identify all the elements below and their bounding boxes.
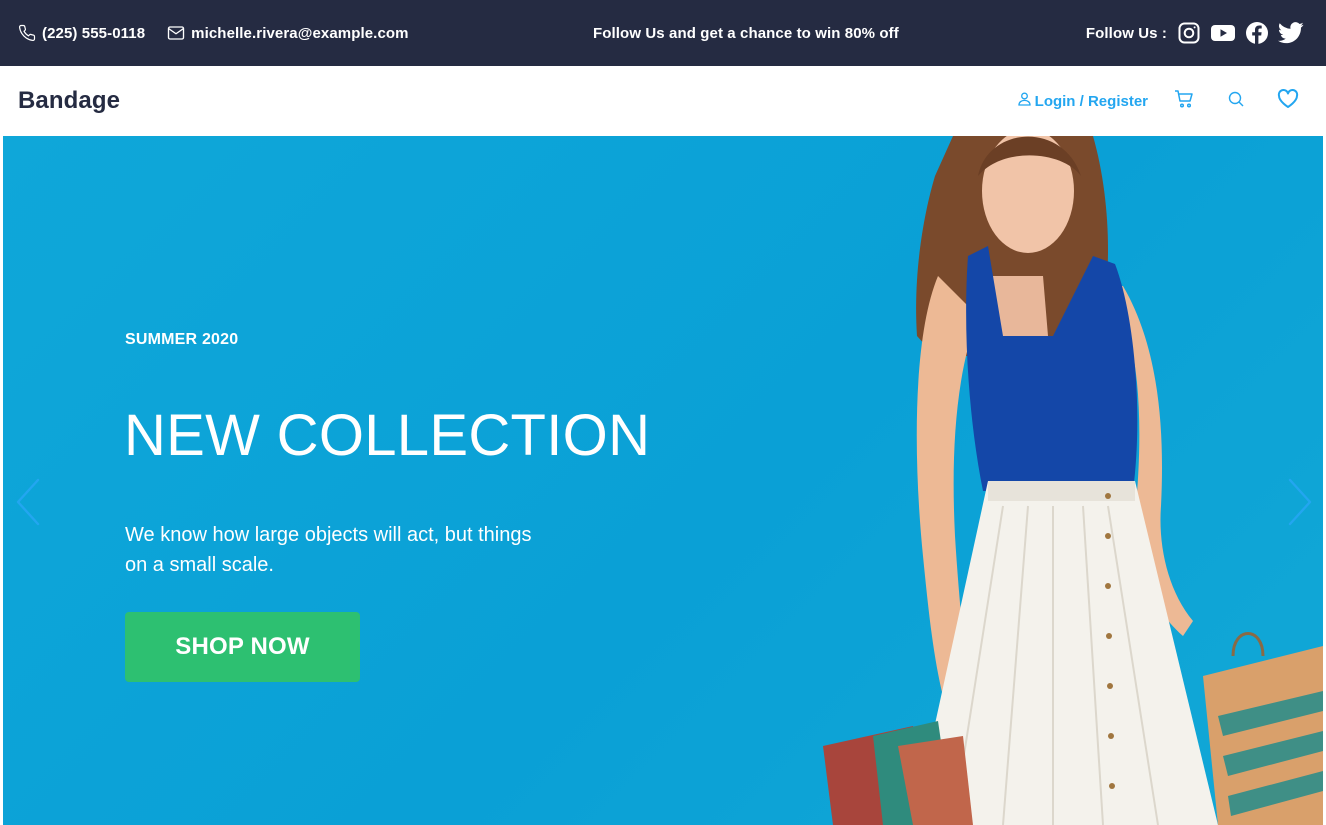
hero-headline: NEW COLLECTION [124,403,651,468]
phone-contact[interactable]: (225) 555-0118 [18,24,145,42]
follow-label: Follow Us : [1085,24,1167,42]
promo-text: Follow Us and get a chance to win 80% of… [593,24,899,42]
cart-button[interactable] [1166,83,1202,119]
main-navbar: Bandage Login / Register [0,66,1326,136]
chevron-left-icon[interactable] [15,478,41,531]
shop-now-button[interactable]: SHOP NOW [125,612,360,682]
nav-actions: Login / Register [1018,66,1306,136]
wishlist-button[interactable] [1270,83,1306,119]
facebook-icon[interactable] [1245,21,1269,45]
hero-model-image [823,136,1323,825]
contact-info: (225) 555-0118 michelle.rivera@example.c… [18,24,409,42]
search-button[interactable] [1218,83,1254,119]
cart-icon [1174,89,1194,114]
social-follow: Follow Us : [1086,0,1304,66]
user-icon [1018,92,1031,110]
login-register-label: Login / Register [1034,92,1148,110]
heart-icon [1277,88,1299,114]
login-register-link[interactable]: Login / Register [1018,92,1148,110]
youtube-icon[interactable] [1210,23,1236,43]
instagram-icon[interactable] [1177,21,1201,45]
twitter-icon[interactable] [1278,22,1304,44]
social-icons [1177,21,1304,45]
mail-icon [167,25,185,41]
email-address: michelle.rivera@example.com [191,24,409,42]
hero-description: We know how large objects will act, but … [125,524,532,576]
brand-logo[interactable]: Bandage [18,87,120,115]
hero-banner: SUMMER 2020 NEW COLLECTION We know how l… [3,136,1323,825]
phone-number: (225) 555-0118 [42,24,146,42]
email-contact[interactable]: michelle.rivera@example.com [167,24,409,42]
top-bar: (225) 555-0118 michelle.rivera@example.c… [0,0,1326,66]
phone-icon [18,24,36,42]
search-icon [1227,90,1245,113]
hero-subtitle: SUMMER 2020 [125,331,239,348]
